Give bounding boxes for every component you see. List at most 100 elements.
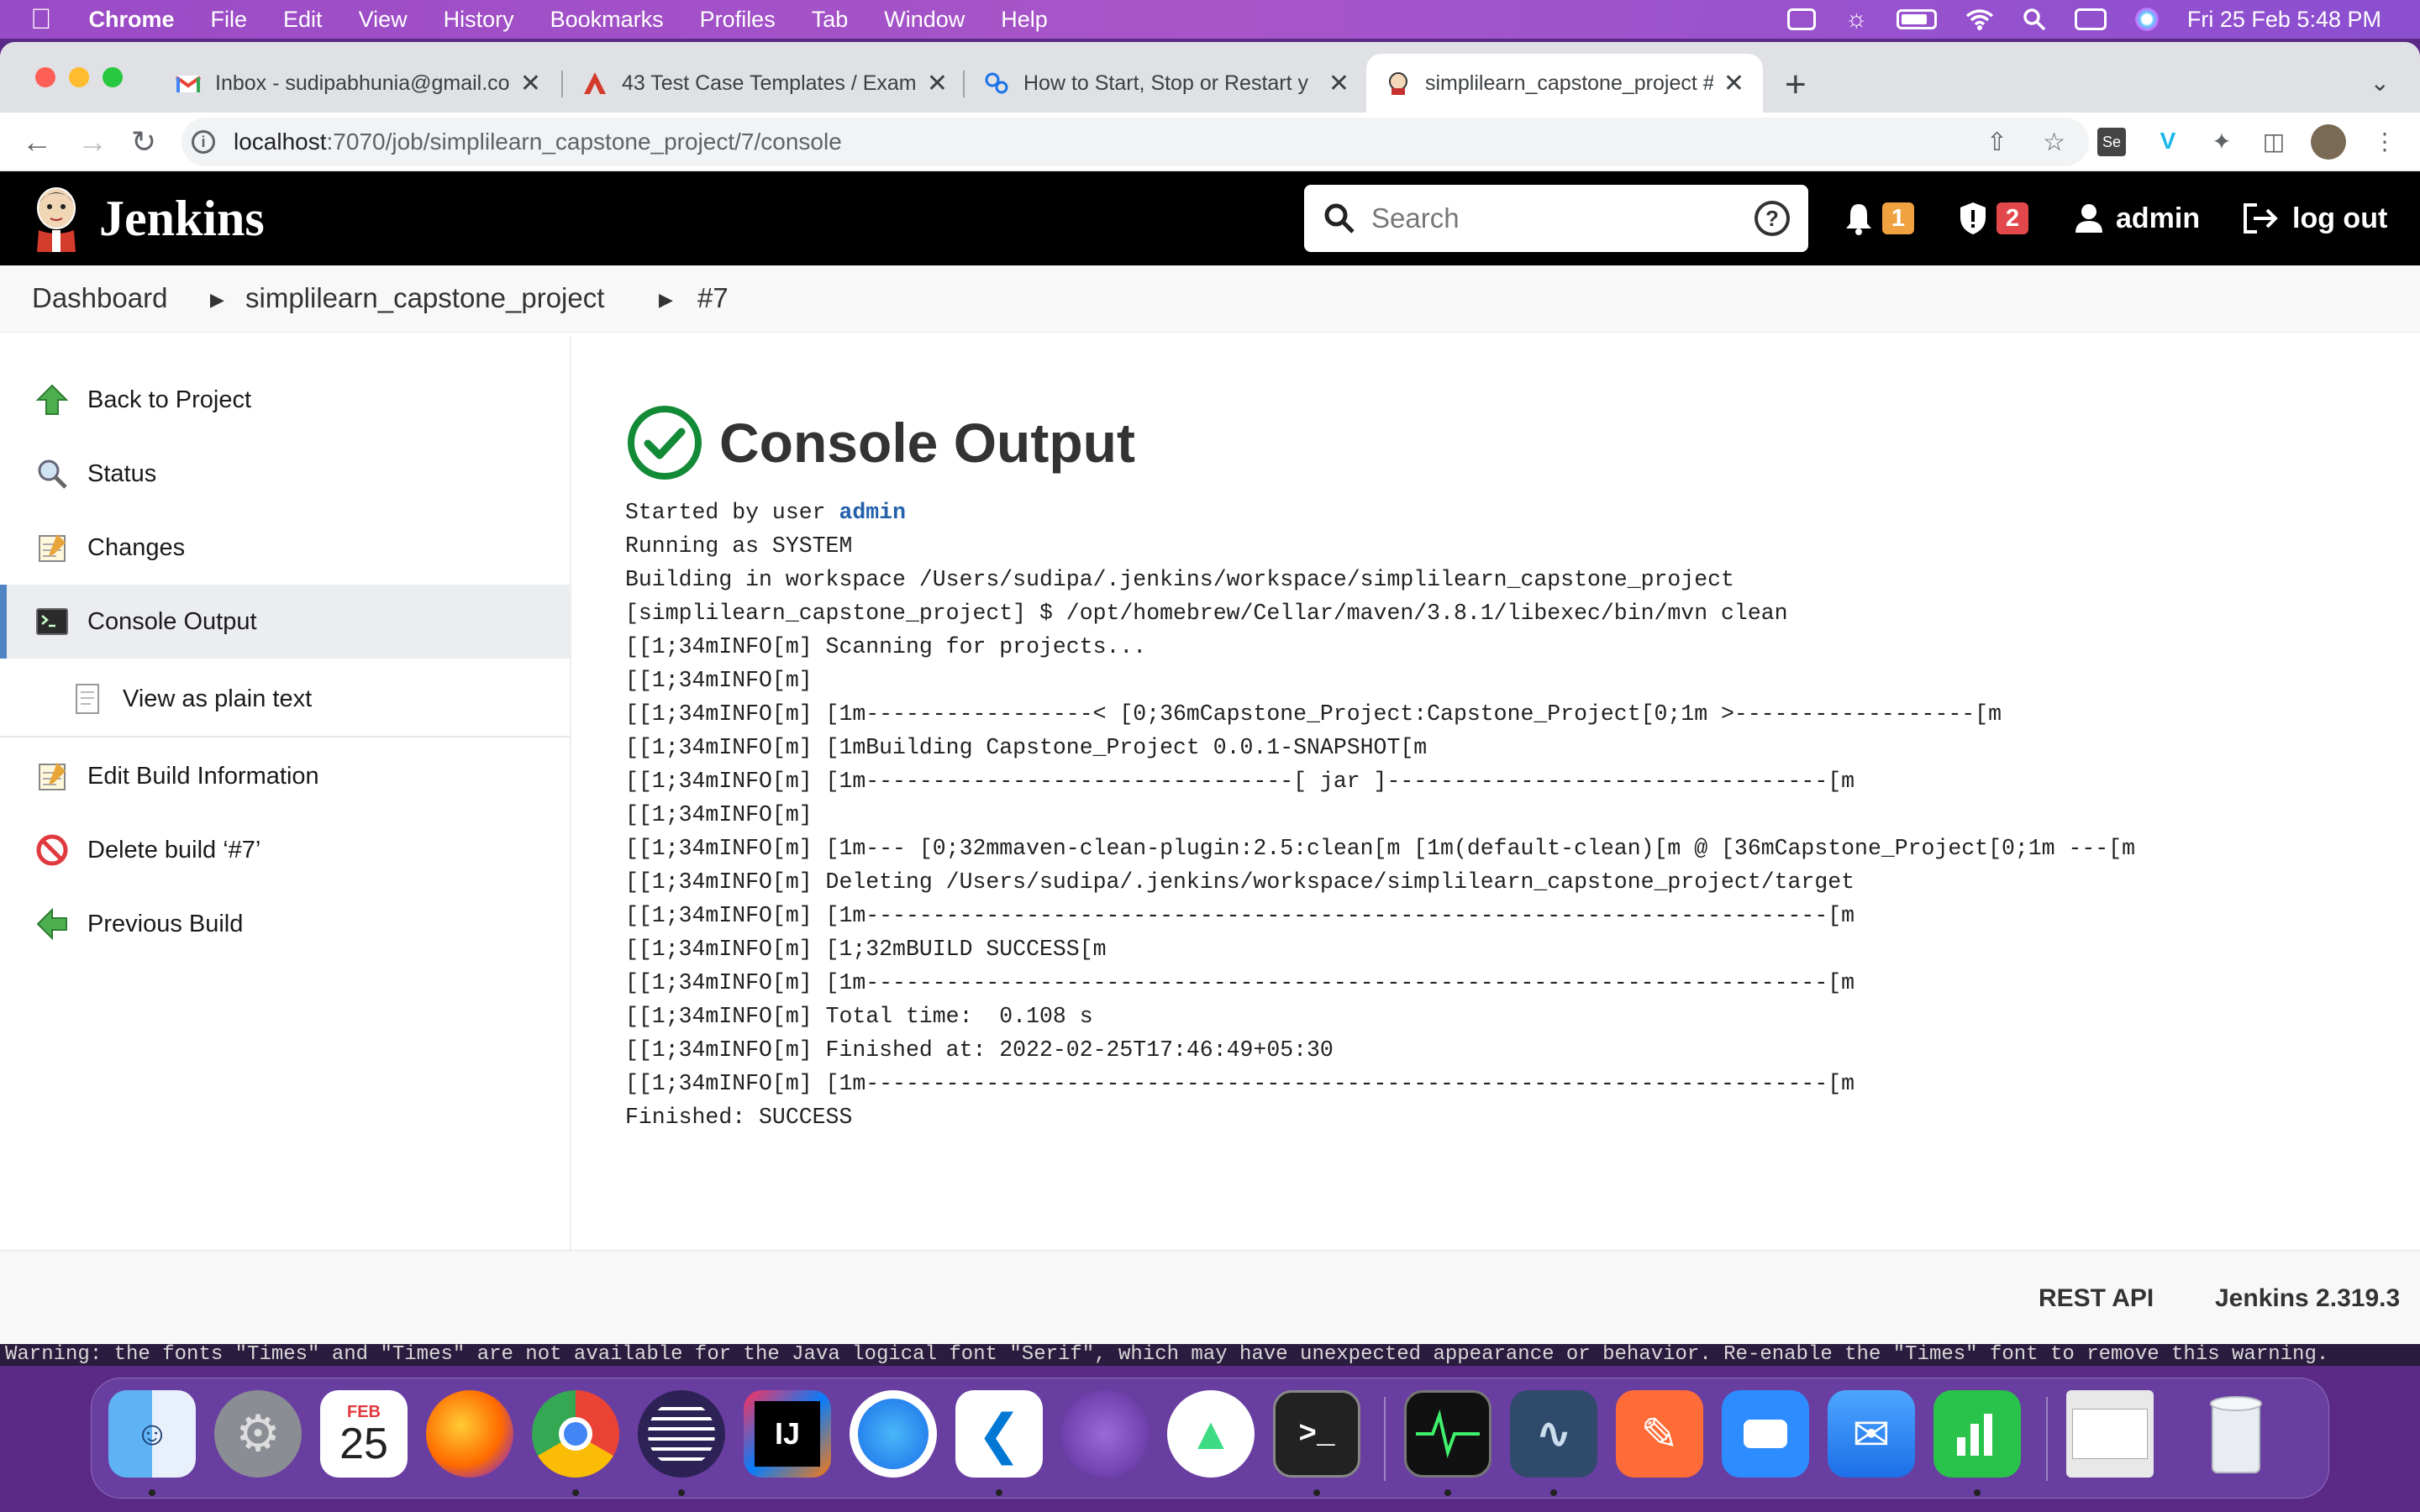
downloads-stack-icon[interactable] bbox=[2066, 1390, 2154, 1478]
rest-api-link[interactable]: REST API bbox=[2039, 1284, 2154, 1313]
sidebar-item-changes[interactable]: Changes bbox=[0, 511, 570, 585]
video-status-icon[interactable] bbox=[1787, 8, 1817, 30]
sidebar-item-view-plain-text[interactable]: View as plain text bbox=[0, 662, 570, 736]
zoom-window-button[interactable] bbox=[103, 67, 123, 87]
apple-icon[interactable]:  bbox=[30, 3, 52, 36]
tab-test-case-templates[interactable]: 43 Test Case Templates / Exam ✕ bbox=[563, 54, 966, 113]
profile-avatar[interactable] bbox=[2311, 124, 2346, 160]
console-line: Building in workspace /Users/sudipa/.jen… bbox=[625, 567, 1734, 592]
jenkins-logo-icon[interactable] bbox=[30, 185, 82, 252]
eclipse-icon[interactable] bbox=[638, 1390, 725, 1478]
chrome-icon[interactable] bbox=[532, 1390, 619, 1478]
siri-icon[interactable] bbox=[2134, 8, 2159, 31]
close-tab-icon[interactable]: ✕ bbox=[520, 69, 541, 98]
console-line: Running as SYSTEM bbox=[625, 533, 853, 559]
tor-icon[interactable] bbox=[1061, 1390, 1149, 1478]
jenkins-title[interactable]: Jenkins bbox=[99, 190, 265, 248]
sidebar: Back to Project Status Changes Console O… bbox=[0, 336, 571, 1294]
macos-dock: ☺ ⚙ FEB 25 IJ ❮ ▲ >_ ∿ ✎ ✉ bbox=[91, 1378, 2329, 1499]
vscode-icon[interactable]: ❮ bbox=[955, 1390, 1043, 1478]
address-bar[interactable]: i localhost:7070/job/simplilearn_capston… bbox=[182, 118, 2089, 166]
sidebar-item-edit-build-information[interactable]: Edit Build Information bbox=[0, 739, 570, 813]
mail-icon[interactable]: ✉ bbox=[1828, 1390, 1915, 1478]
url-path: :7070/job/simplilearn_capstone_project/7… bbox=[326, 129, 842, 155]
menu-bookmarks[interactable]: Bookmarks bbox=[550, 7, 664, 33]
control-center-icon[interactable] bbox=[2074, 8, 2107, 30]
started-by-user-link[interactable]: admin bbox=[839, 500, 906, 525]
back-arrow-icon[interactable]: ← bbox=[22, 124, 52, 160]
menu-history[interactable]: History bbox=[444, 7, 514, 33]
notifications-button[interactable]: 1 bbox=[1844, 171, 1914, 265]
tab-gmail[interactable]: Inbox - sudipabhunia@gmail.co ✕ bbox=[156, 54, 560, 113]
sidebar-item-previous-build[interactable]: Previous Build bbox=[0, 887, 570, 961]
menu-view[interactable]: View bbox=[359, 7, 408, 33]
side-panel-icon[interactable]: ◫ bbox=[2257, 124, 2291, 158]
menubar-clock[interactable]: Fri 25 Feb 5:48 PM bbox=[2187, 7, 2381, 33]
search-input[interactable] bbox=[1371, 202, 1754, 234]
trash-icon[interactable] bbox=[2192, 1390, 2280, 1478]
sidebar-item-delete-build[interactable]: Delete build ‘#7’ bbox=[0, 813, 570, 887]
breadcrumb-build[interactable]: #7 bbox=[697, 282, 729, 314]
zoom-icon[interactable] bbox=[1722, 1390, 1809, 1478]
sidebar-item-label: Delete build ‘#7’ bbox=[87, 836, 261, 864]
chrome-menu-icon[interactable]: ⋮ bbox=[2368, 124, 2402, 158]
numbers-icon[interactable] bbox=[1933, 1390, 2021, 1478]
site-info-icon[interactable]: i bbox=[192, 130, 215, 154]
sidebar-item-status[interactable]: Status bbox=[0, 437, 570, 511]
breadcrumb-project[interactable]: simplilearn_capstone_project bbox=[245, 282, 604, 314]
intellij-icon[interactable]: IJ bbox=[744, 1390, 831, 1478]
url-host: localhost bbox=[234, 129, 327, 155]
extensions-puzzle-icon[interactable]: ✦ bbox=[2205, 124, 2238, 158]
headphones-icon[interactable]: ☼ bbox=[1844, 5, 1868, 34]
selenium-extension-icon[interactable]: Se bbox=[2097, 128, 2126, 156]
background-terminal-text: Warning: the fonts "Times" and "Times" a… bbox=[0, 1344, 2420, 1366]
sidebar-item-console-output[interactable]: Console Output bbox=[0, 585, 570, 659]
jenkins-version-link[interactable]: Jenkins 2.319.3 bbox=[2215, 1284, 2400, 1313]
console-line: [[1;34mINFO[m] [1mBuilding Capstone_Proj… bbox=[625, 735, 1428, 760]
tab-search-chevron-icon[interactable]: ⌄ bbox=[2370, 69, 2390, 97]
share-icon[interactable]: ⇧ bbox=[1986, 128, 2007, 157]
close-window-button[interactable] bbox=[35, 67, 55, 87]
sidebar-item-back-to-project[interactable]: Back to Project bbox=[0, 363, 570, 437]
menu-file[interactable]: File bbox=[211, 7, 248, 33]
close-tab-icon[interactable]: ✕ bbox=[927, 69, 948, 98]
activity-monitor-icon[interactable] bbox=[1404, 1390, 1491, 1478]
tab-jenkins-active[interactable]: simplilearn_capstone_project # ✕ bbox=[1366, 54, 1763, 113]
android-studio-icon[interactable]: ▲ bbox=[1167, 1390, 1255, 1478]
menu-window[interactable]: Window bbox=[884, 7, 965, 33]
spotlight-icon[interactable] bbox=[2023, 8, 2046, 31]
mysql-workbench-icon[interactable]: ∿ bbox=[1510, 1390, 1597, 1478]
vimeo-extension-icon[interactable]: V bbox=[2151, 124, 2185, 158]
security-button[interactable]: 2 bbox=[1958, 171, 2028, 265]
breadcrumb-dashboard[interactable]: Dashboard bbox=[32, 282, 167, 314]
tab-how-to-start[interactable]: How to Start, Stop or Restart y ✕ bbox=[965, 54, 1368, 113]
new-tab-button[interactable]: + bbox=[1785, 64, 1807, 106]
terminal-icon[interactable]: >_ bbox=[1273, 1390, 1360, 1478]
reload-icon[interactable]: ↻ bbox=[131, 124, 156, 160]
user-menu[interactable]: admin bbox=[2074, 171, 2200, 265]
safari-icon[interactable] bbox=[850, 1390, 937, 1478]
system-preferences-icon[interactable]: ⚙ bbox=[214, 1390, 302, 1478]
menu-edit[interactable]: Edit bbox=[283, 7, 323, 33]
menu-profiles[interactable]: Profiles bbox=[700, 7, 776, 33]
bookmark-star-icon[interactable]: ☆ bbox=[2043, 128, 2065, 157]
menu-help[interactable]: Help bbox=[1001, 7, 1048, 33]
menu-tab[interactable]: Tab bbox=[812, 7, 849, 33]
finder-icon[interactable]: ☺ bbox=[108, 1390, 196, 1478]
wifi-icon[interactable] bbox=[1965, 8, 1994, 31]
chevron-right-icon[interactable]: ▶ bbox=[210, 289, 224, 311]
chevron-right-icon[interactable]: ▶ bbox=[659, 289, 673, 311]
firefox-icon[interactable] bbox=[426, 1390, 513, 1478]
calendar-icon[interactable]: FEB 25 bbox=[320, 1390, 408, 1478]
menu-app-name[interactable]: Chrome bbox=[89, 7, 175, 33]
close-tab-icon[interactable]: ✕ bbox=[1723, 69, 1744, 98]
logout-button[interactable]: log out bbox=[2242, 171, 2387, 265]
help-icon[interactable]: ? bbox=[1754, 201, 1790, 236]
postman-icon[interactable]: ✎ bbox=[1616, 1390, 1703, 1478]
battery-icon[interactable] bbox=[1896, 9, 1937, 29]
close-tab-icon[interactable]: ✕ bbox=[1328, 69, 1349, 98]
shield-icon bbox=[1960, 202, 1986, 234]
terminal-icon bbox=[34, 603, 71, 640]
minimize-window-button[interactable] bbox=[69, 67, 89, 87]
forward-arrow-icon[interactable]: → bbox=[77, 124, 108, 160]
